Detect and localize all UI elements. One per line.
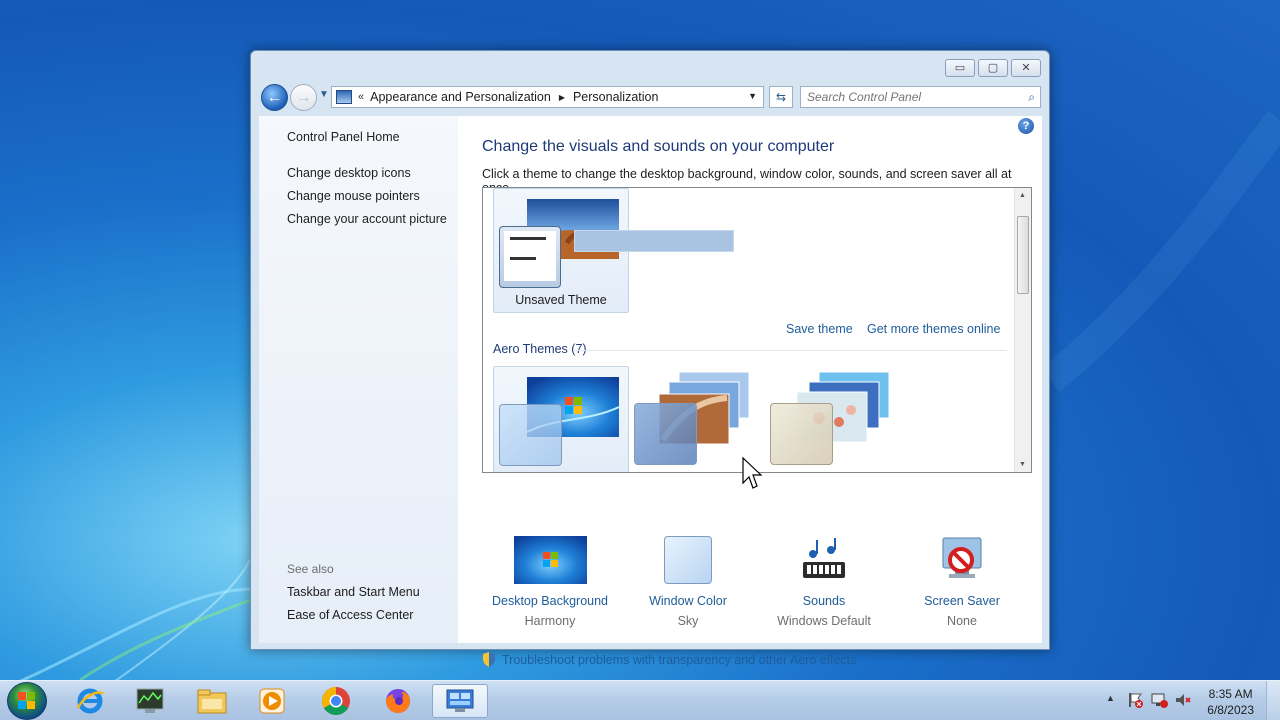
taskbar-control-panel[interactable] (432, 684, 488, 718)
theme-list[interactable]: Unsaved Theme Save theme Get more themes… (482, 187, 1032, 473)
architecture-glass-preview (634, 403, 697, 465)
windows-logo-icon (18, 692, 35, 709)
page-title: Change the visuals and sounds on your co… (482, 138, 835, 155)
taskbar: ▲ 8:35 AM 6/8/2023 (0, 680, 1280, 720)
desktop-background-label[interactable]: Desktop Background (480, 594, 620, 608)
change-account-picture-link[interactable]: Change your account picture (287, 212, 447, 226)
troubleshoot-link[interactable]: Troubleshoot problems with transparency … (482, 652, 856, 667)
control-panel-icon (446, 689, 474, 712)
minimize-button[interactable]: ▭ (945, 59, 975, 77)
recent-pages-dropdown[interactable]: ▼ (319, 89, 329, 100)
address-bar[interactable]: « Appearance and Personalization ▶ Perso… (331, 86, 764, 108)
start-button[interactable] (7, 682, 47, 720)
taskbar-firefox[interactable] (370, 684, 426, 718)
chrome-icon (322, 687, 350, 715)
sounds-icon (803, 538, 845, 578)
search-icon[interactable]: ⌕ (1028, 90, 1035, 105)
troubleshoot-label[interactable]: Troubleshoot problems with transparency … (502, 653, 856, 667)
firefox-icon (386, 689, 410, 713)
window-color-item[interactable]: Window Color Sky (618, 536, 758, 628)
taskbar-task-manager[interactable] (122, 684, 178, 718)
save-theme-link[interactable]: Save theme (786, 322, 853, 336)
taskbar-media-player[interactable] (244, 684, 300, 718)
show-desktop-button[interactable] (1266, 681, 1280, 720)
aero-theme-windows7-tile[interactable] (493, 366, 629, 472)
screen-saver-value: None (947, 614, 977, 628)
scroll-up-icon[interactable]: ▲ (1019, 192, 1026, 199)
navigation-bar: ← → ▼ « Appearance and Personalization ▶… (257, 83, 1041, 111)
back-arrow-icon: ← (266, 88, 283, 106)
windows7-glass-preview (499, 404, 562, 466)
aero-themes-divider (573, 350, 1007, 351)
personalization-window: ▭ ▢ ✕ ← → ▼ « Appearance and Personaliza… (250, 50, 1050, 667)
mouse-cursor-icon (742, 457, 763, 489)
sounds-label[interactable]: Sounds (754, 594, 894, 608)
aero-themes-header[interactable]: Aero Themes (7) (493, 342, 587, 356)
get-more-themes-link[interactable]: Get more themes online (867, 322, 1000, 336)
volume-muted-icon[interactable] (1174, 691, 1192, 709)
sounds-item[interactable]: Sounds Windows Default (754, 536, 894, 628)
media-player-icon (259, 688, 285, 714)
theme-name-highlight (574, 230, 734, 252)
maximize-button[interactable]: ▢ (978, 59, 1008, 77)
refresh-button[interactable]: ⇆ (769, 86, 793, 108)
network-icon[interactable] (1150, 691, 1168, 709)
back-button[interactable]: ← (261, 84, 288, 111)
action-center-flag-icon[interactable] (1126, 691, 1144, 709)
control-panel-icon (336, 90, 352, 104)
clock-time: 8:35 AM (1208, 687, 1253, 701)
refresh-icon: ⇆ (775, 90, 787, 104)
help-icon[interactable]: ? (1018, 118, 1034, 134)
theme-list-scrollbar[interactable]: ▲ ▼ (1014, 188, 1031, 472)
left-task-pane: Control Panel Home Change desktop icons … (259, 116, 458, 643)
sounds-value: Windows Default (777, 614, 871, 628)
screen-saver-label[interactable]: Screen Saver (892, 594, 1032, 608)
aero-theme-characters-tile[interactable] (769, 366, 905, 472)
notification-area: ▲ 8:35 AM 6/8/2023 (1090, 681, 1280, 720)
unsaved-theme-label: Unsaved Theme (515, 293, 607, 307)
characters-glass-preview (770, 403, 833, 465)
close-button[interactable]: ✕ (1011, 59, 1041, 77)
forward-arrow-icon: → (295, 88, 312, 106)
desktop-background-value: Harmony (524, 614, 576, 628)
show-hidden-icons-icon[interactable]: ▲ (1106, 693, 1115, 703)
breadcrumb-separator-icon[interactable]: ▶ (559, 93, 565, 102)
address-dropdown-icon[interactable]: ▼ (748, 91, 757, 101)
window-color-label[interactable]: Window Color (618, 594, 758, 608)
file-explorer-icon (197, 689, 227, 714)
internet-explorer-icon (76, 688, 104, 714)
window-controls: ▭ ▢ ✕ (945, 59, 1041, 77)
taskbar-start-menu-link[interactable]: Taskbar and Start Menu (287, 585, 420, 599)
unsaved-theme-window-preview (499, 226, 561, 288)
taskbar-file-explorer[interactable] (184, 684, 240, 718)
forward-button[interactable]: → (290, 84, 317, 111)
shield-icon (483, 652, 495, 667)
taskbar-clock[interactable]: 8:35 AM 6/8/2023 (1207, 686, 1254, 718)
breadcrumb-appearance[interactable]: Appearance and Personalization (370, 90, 551, 104)
desktop-background-icon (513, 536, 587, 584)
change-desktop-icons-link[interactable]: Change desktop icons (287, 166, 411, 180)
breadcrumb-personalization[interactable]: Personalization (573, 90, 658, 104)
clock-date: 6/8/2023 (1207, 703, 1254, 717)
task-manager-icon (136, 688, 164, 713)
screen-saver-icon (942, 537, 982, 578)
scroll-down-icon[interactable]: ▼ (1019, 461, 1026, 468)
window-color-icon (664, 536, 712, 584)
desktop-background-item[interactable]: Desktop Background Harmony (480, 536, 620, 628)
address-overflow-chevron[interactable]: « (358, 91, 364, 103)
ease-of-access-link[interactable]: Ease of Access Center (287, 608, 413, 622)
see-also-heading: See also (287, 562, 334, 576)
search-box[interactable]: ⌕ (800, 86, 1041, 108)
taskbar-internet-explorer[interactable] (62, 684, 118, 718)
window-color-value: Sky (677, 614, 699, 628)
screen-saver-item[interactable]: Screen Saver None (892, 536, 1032, 628)
scroll-thumb[interactable] (1017, 216, 1029, 294)
taskbar-chrome[interactable] (308, 684, 364, 718)
control-panel-home-link[interactable]: Control Panel Home (287, 130, 400, 144)
change-mouse-pointers-link[interactable]: Change mouse pointers (287, 189, 420, 203)
search-input[interactable] (801, 87, 1011, 107)
main-content: ? Change the visuals and sounds on your … (458, 116, 1042, 667)
